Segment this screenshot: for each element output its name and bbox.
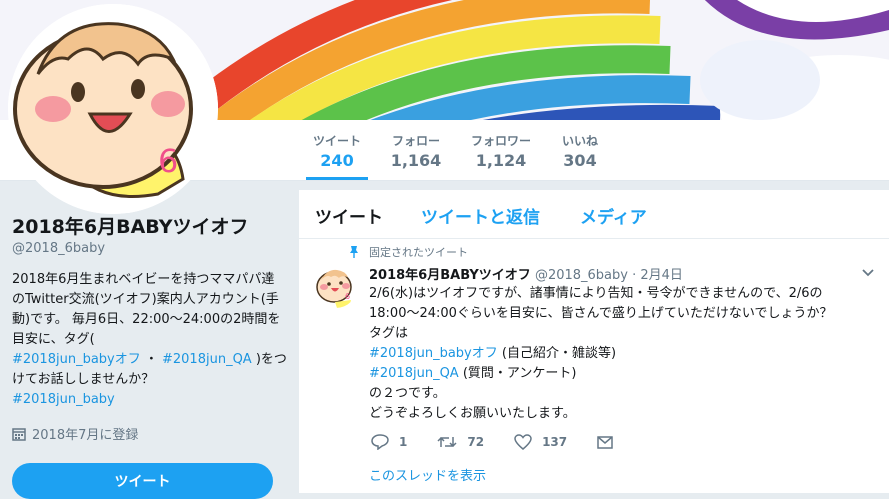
joined-text: 2018年7月に登録 xyxy=(32,428,139,443)
tweet-avatar[interactable]: 6 xyxy=(315,266,357,308)
tweet-author-handle[interactable]: @2018_6baby xyxy=(535,268,628,283)
stat-likes-label: いいね xyxy=(561,134,598,148)
tweet-line-3: の２つです。 xyxy=(369,386,446,401)
reply-count: 1 xyxy=(399,435,408,449)
stat-likes-value: 304 xyxy=(563,151,597,170)
tweet-line-1: 2/6(水)はツイオフですが、諸事情により告知・号令ができませんので、2/6の1… xyxy=(369,286,833,321)
profile-card: 2018年6月BABYツイオフ @2018_6baby 2018年6月生まれベイ… xyxy=(12,212,287,443)
tweet-hashtag-babyoff[interactable]: #2018jun_babyオフ xyxy=(369,346,498,361)
retweet-icon xyxy=(437,436,457,448)
tweet-date[interactable]: · 2月4日 xyxy=(632,268,683,283)
profile-bio: 2018年6月生まれベイビーを持つママパパ達のTwitter交流(ツイオフ)案内… xyxy=(12,270,287,410)
retweet-count: 72 xyxy=(467,435,485,449)
timeline: ツイート ツイートと返信 メディア 固定されたツイート 6 2018年6月BAB… xyxy=(299,190,889,493)
stat-likes[interactable]: いいね 304 xyxy=(556,132,604,170)
tab-media[interactable]: メディア xyxy=(580,203,647,228)
pin-icon xyxy=(350,246,358,258)
tweet-avatar-badge: 6 xyxy=(345,292,351,301)
tweet-button[interactable]: ツイート xyxy=(12,463,273,499)
envelope-icon xyxy=(597,435,613,449)
stat-followers-label: フォロワー xyxy=(470,134,531,148)
heart-icon xyxy=(514,434,532,450)
avatar-badge: 6 xyxy=(158,142,179,180)
stat-followers[interactable]: フォロワー 1,124 xyxy=(466,132,536,170)
bio-hashtag-qa[interactable]: #2018jun_QA xyxy=(162,352,252,367)
stat-following-value: 1,164 xyxy=(390,151,442,170)
tweet-line-2: タグは xyxy=(369,326,409,341)
tweet-text: 2/6(水)はツイオフですが、諸事情により告知・号令ができませんので、2/6の1… xyxy=(369,284,869,424)
stat-tweets[interactable]: ツイート 240 xyxy=(306,132,368,180)
tweet-line-4: どうぞよろしくお願いいたします。 xyxy=(369,406,576,421)
pinned-label: 固定されたツイート xyxy=(369,246,468,259)
profile-name[interactable]: 2018年6月BABYツイオフ xyxy=(12,212,287,239)
tweet-actions: 1 72 137 xyxy=(371,434,643,450)
tweet-hashtag-babyoff-note: (自己紹介・雑談等) xyxy=(497,346,617,361)
stat-tweets-value: 240 xyxy=(320,151,354,170)
dm-action[interactable] xyxy=(597,435,613,449)
pinned-indicator: 固定されたツイート xyxy=(349,244,468,260)
bio-hashtag-baby[interactable]: #2018jun_baby xyxy=(12,392,115,407)
stat-tweets-label: ツイート xyxy=(312,134,361,148)
chevron-down-icon[interactable] xyxy=(861,268,875,278)
bio-separator: ・ xyxy=(140,352,162,367)
tweet-hashtag-qa-note: (質問・アンケート) xyxy=(458,366,577,381)
tweet-hashtag-qa[interactable]: #2018jun_QA xyxy=(369,366,459,381)
calendar-icon xyxy=(12,427,26,441)
stat-following-label: フォロー xyxy=(391,134,440,148)
baby-face-icon xyxy=(315,266,357,308)
stat-following[interactable]: フォロー 1,164 xyxy=(386,132,446,170)
show-thread-link[interactable]: このスレッドを表示 xyxy=(369,465,486,484)
like-action[interactable]: 137 xyxy=(514,434,567,450)
baby-face-icon xyxy=(8,4,218,214)
profile-handle[interactable]: @2018_6baby xyxy=(12,241,287,256)
bio-hashtag-babyoff[interactable]: #2018jun_babyオフ xyxy=(12,352,141,367)
joined-date: 2018年7月に登録 xyxy=(12,424,287,443)
tweet-author-name[interactable]: 2018年6月BABYツイオフ xyxy=(369,268,531,283)
tab-tweets-replies[interactable]: ツイートと返信 xyxy=(421,203,540,228)
like-count: 137 xyxy=(542,435,568,449)
tweet-header: 2018年6月BABYツイオフ @2018_6baby · 2月4日 xyxy=(369,264,683,283)
profile-avatar[interactable]: 6 xyxy=(8,4,218,214)
reply-icon xyxy=(371,434,389,450)
reply-action[interactable]: 1 xyxy=(371,434,407,450)
bio-text: 2018年6月生まれベイビーを持つママパパ達のTwitter交流(ツイオフ)案内… xyxy=(12,272,281,347)
retweet-action[interactable]: 72 xyxy=(437,435,484,449)
stat-followers-value: 1,124 xyxy=(475,151,527,170)
timeline-tabs: ツイート ツイートと返信 メディア xyxy=(299,190,889,239)
tab-tweets[interactable]: ツイート xyxy=(315,203,383,228)
